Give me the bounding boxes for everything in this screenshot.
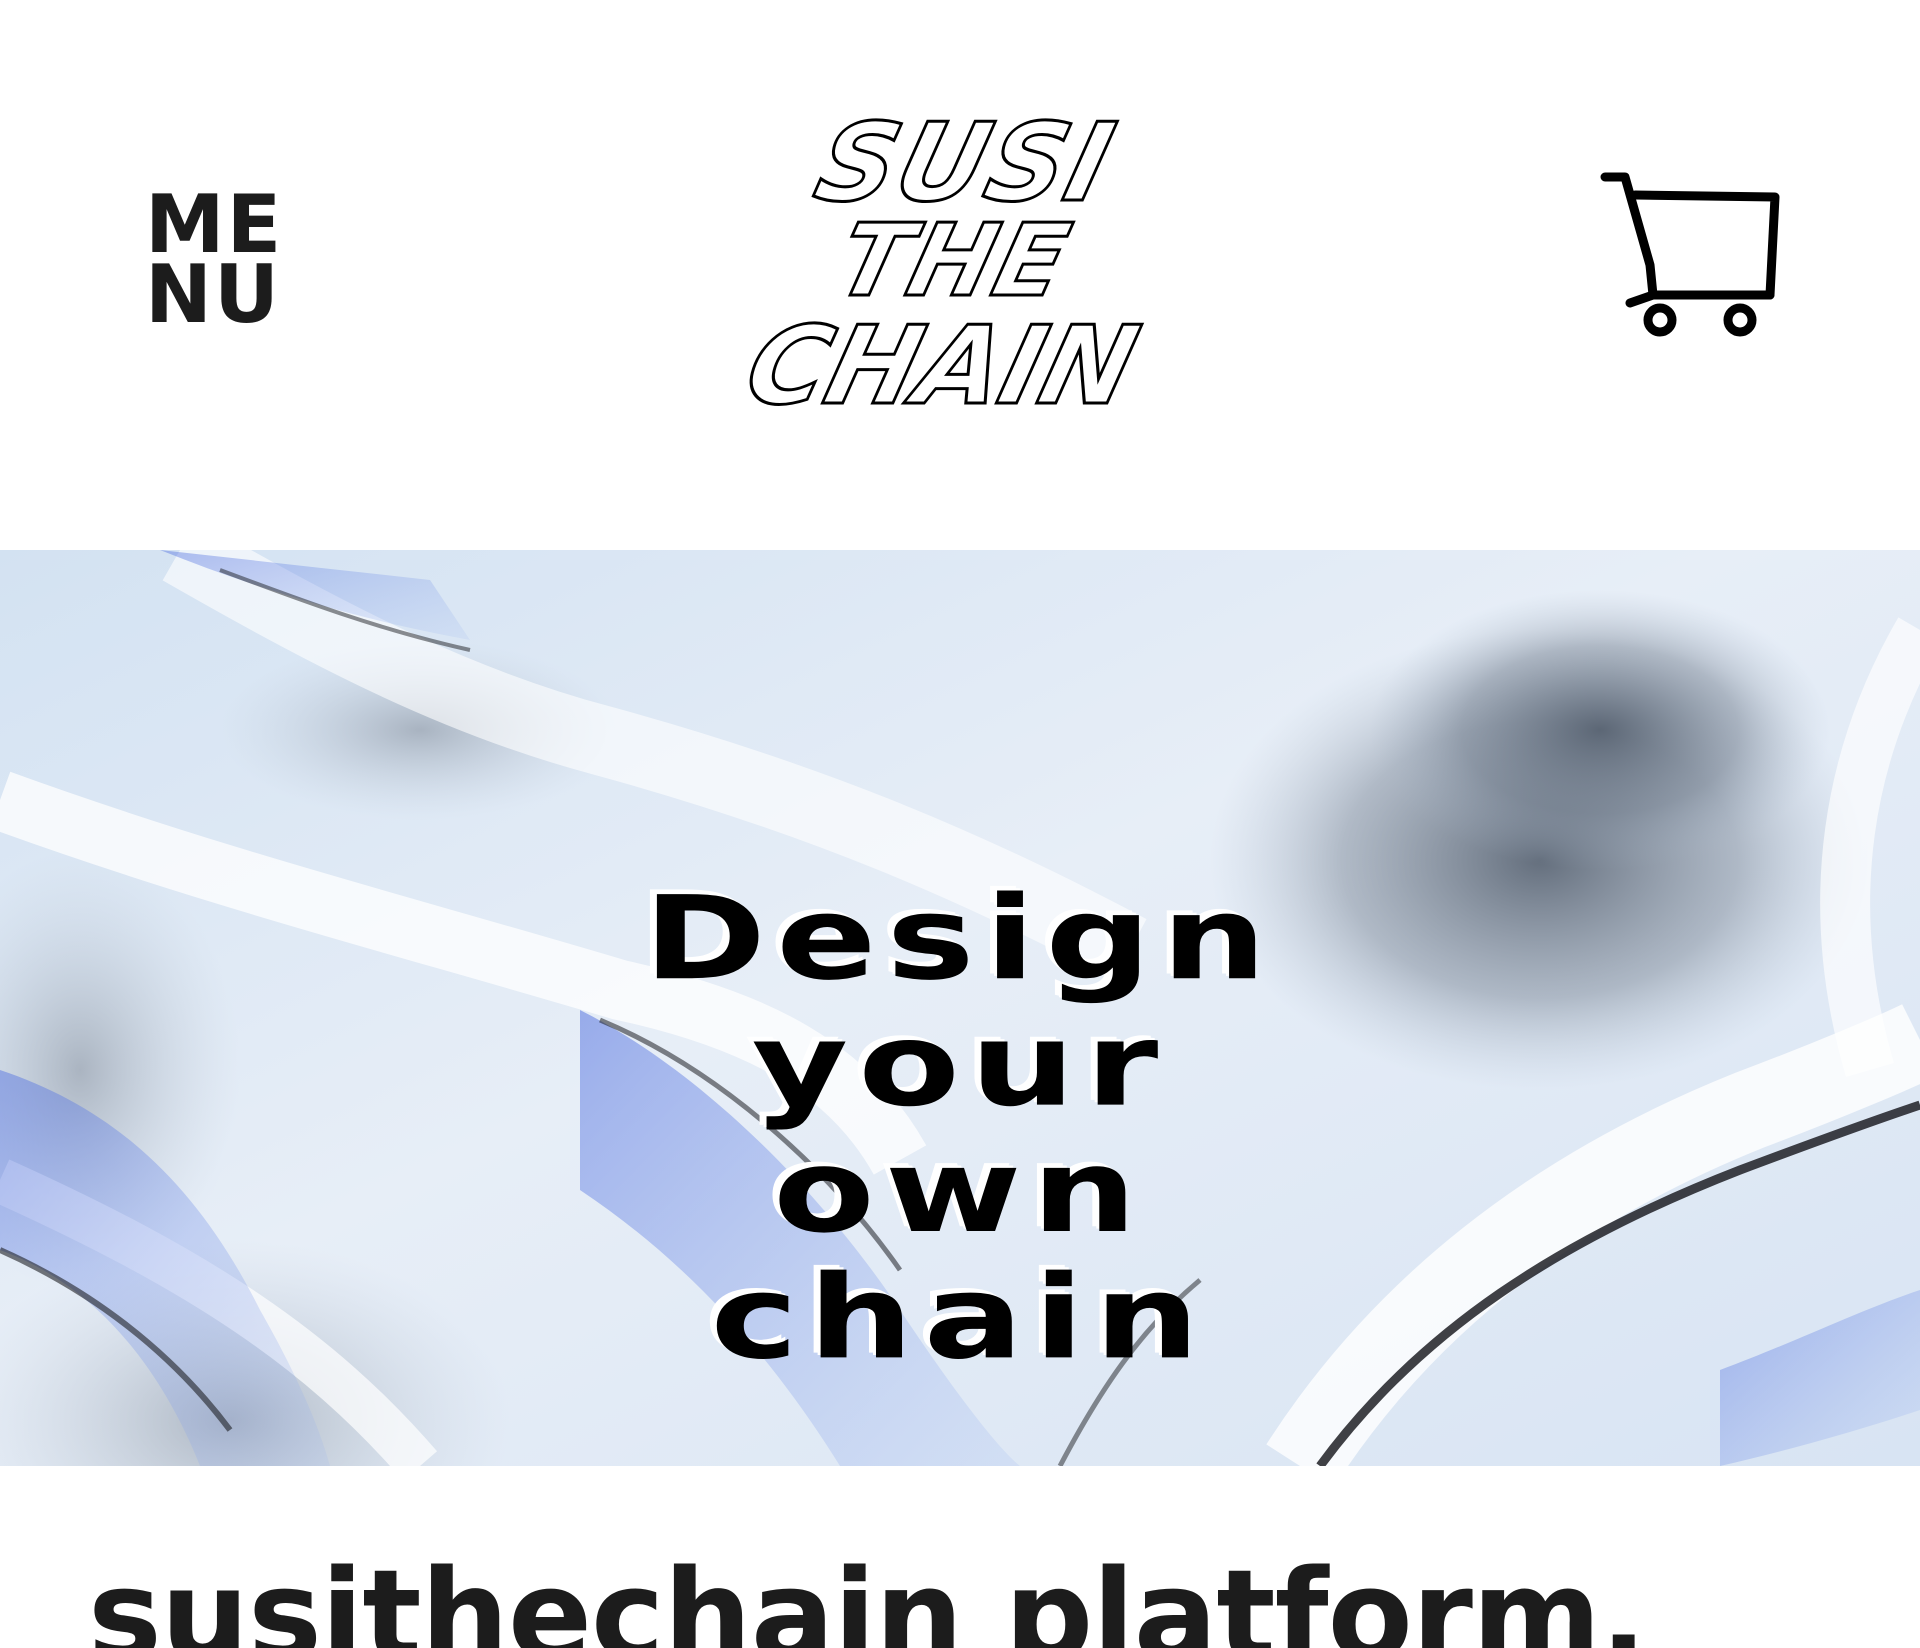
- hero-title-line1: Design: [643, 871, 1277, 1006]
- shopping-cart-icon[interactable]: [1595, 165, 1785, 350]
- logo-line2: THE: [827, 202, 1082, 318]
- site-logo[interactable]: SUSI THE CHAIN: [715, 98, 1175, 430]
- hero-title-line3: own: [773, 1124, 1147, 1259]
- site-header: ME NU SUSI THE CHAIN: [0, 0, 1920, 550]
- logo-line3: CHAIN: [734, 303, 1149, 429]
- hero-title: Design your own chain: [0, 875, 1920, 1380]
- platform-heading: susithechain platform.: [88, 1544, 1647, 1648]
- content-section: susithechain platform.: [0, 1466, 1920, 1648]
- hero-banner: Design your own chain: [0, 550, 1920, 1466]
- hero-title-line4: chain: [710, 1250, 1210, 1385]
- menu-label-line2: NU: [145, 248, 281, 341]
- logo-wordmark: SUSI THE CHAIN: [733, 98, 1151, 430]
- hero-title-line2: your: [751, 997, 1169, 1133]
- menu-button[interactable]: ME NU: [145, 185, 285, 341]
